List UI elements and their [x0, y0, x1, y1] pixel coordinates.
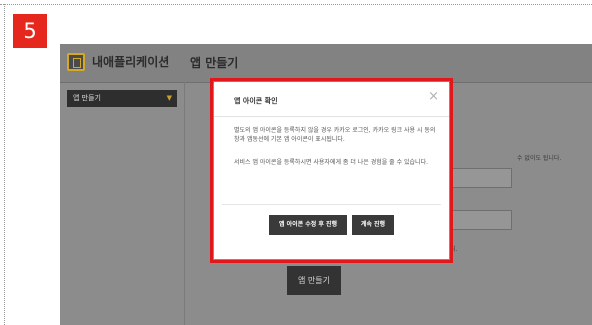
create-app-button[interactable]: 앱 만들기: [287, 266, 341, 295]
app-icon-confirm-dialog: 앱 아이콘 확인 × 별도의 앱 아이콘을 등록하지 않을 경우 카카오 로그인…: [214, 82, 449, 259]
caret-down-icon: ▼: [166, 94, 172, 102]
frame-border-top: [0, 4, 592, 5]
frame-border-left: [4, 4, 5, 325]
app-box-icon: [67, 53, 85, 71]
sidebar-app-select[interactable]: 앱 만들기 ▼: [67, 90, 177, 107]
sidebar-divider: [184, 82, 185, 325]
edit-icon-then-continue-button[interactable]: 앱 아이콘 수정 후 진행: [269, 215, 347, 235]
continue-button[interactable]: 계속 진행: [352, 215, 394, 235]
dialog-message-recommend: 서비스 앱 아이콘을 등록하시면 사용자에게 좀 더 나은 경험을 줄 수 있습…: [234, 159, 429, 166]
close-icon[interactable]: ×: [428, 89, 439, 104]
dialog-title: 앱 아이콘 확인: [234, 97, 278, 105]
dialog-footer-divider: [222, 204, 441, 205]
background-input-field[interactable]: [450, 210, 512, 230]
dialog-message-default-icon: 별도의 앱 아이콘을 등록하지 않을 경우 카카오 로그인, 카카오 링크 사용…: [234, 127, 436, 143]
sidebar-select-value: 앱 만들기: [73, 94, 101, 102]
app-title[interactable]: 내애플리케이션: [92, 53, 169, 70]
background-hint-text: 수 없이도 됩니다.: [517, 155, 562, 162]
dialog-divider: [214, 116, 449, 117]
step-number-badge: 5: [13, 14, 47, 48]
background-input-field[interactable]: [450, 168, 512, 188]
page-title: 앱 만들기: [190, 56, 239, 70]
